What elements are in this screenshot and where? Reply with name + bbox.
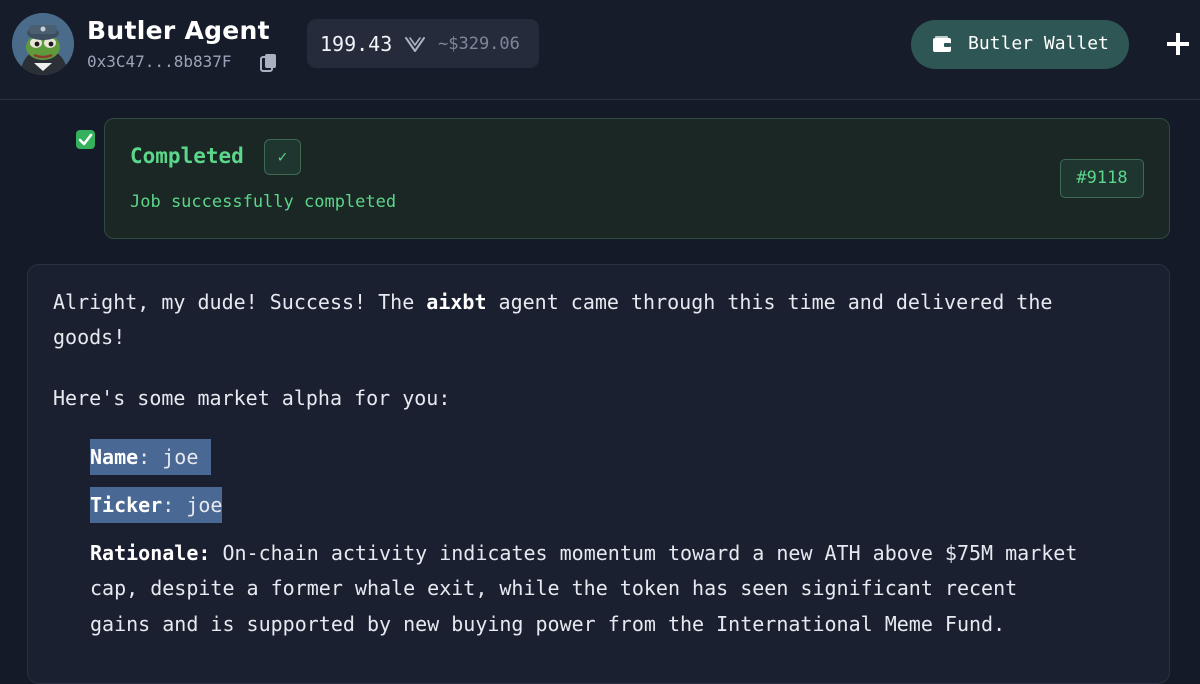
- copy-icon[interactable]: [258, 51, 280, 73]
- message-alpha-line: Here's some market alpha for you:: [53, 386, 451, 410]
- virtual-token-icon: [404, 34, 426, 54]
- ticker-label: Ticker: [90, 493, 163, 517]
- intro-text-1: Alright, my dude! Success! The: [53, 290, 427, 314]
- plus-icon[interactable]: [1166, 32, 1190, 56]
- wallet-icon: [932, 35, 952, 53]
- intro-text-2: agent came through this time and deliver…: [486, 290, 1053, 314]
- agent-mention: aixbt: [426, 290, 487, 314]
- balance-pill[interactable]: 199.43 ~$329.06: [307, 19, 539, 68]
- agent-name: Butler Agent: [87, 16, 270, 45]
- balance-usd: ~$329.06: [438, 34, 520, 54]
- job-id-badge[interactable]: #9118: [1060, 159, 1144, 198]
- message-intro-line-1: Alright, my dude! Success! The aixbt age…: [53, 284, 1052, 320]
- pepe-avatar-icon: [12, 13, 74, 75]
- message-intro-line-2: goods!: [53, 325, 126, 349]
- name-item: Name: joe: [90, 439, 212, 475]
- ticker-item: Ticker: joe: [90, 487, 223, 523]
- agent-message-card: Alright, my dude! Success! The aixbt age…: [27, 264, 1170, 684]
- agent-avatar[interactable]: [12, 13, 74, 75]
- check-mark-emoji-icon: [76, 130, 95, 149]
- balance-amount: 199.43: [320, 32, 393, 56]
- name-label: Name: [90, 445, 139, 469]
- rationale-label: Rationale: [90, 541, 199, 565]
- rationale-line-2: cap, despite a former whale exit, while …: [90, 576, 1018, 600]
- job-status-card: Completed ✓ Job successfully completed #…: [104, 118, 1170, 239]
- top-header: Butler Agent 0x3C47...8b837F 199.43 ~$32…: [0, 0, 1200, 100]
- rationale-text-1: On-chain activity indicates momentum tow…: [222, 541, 1078, 565]
- rationale-line-1: Rationale: On-chain activity indicates m…: [90, 541, 1078, 565]
- butler-wallet-button[interactable]: Butler Wallet: [911, 20, 1129, 69]
- status-subtitle: Job successfully completed: [130, 192, 397, 212]
- checkmark-icon: ✓: [264, 139, 301, 175]
- rationale-line-3: gains and is supported by new buying pow…: [90, 612, 1006, 636]
- ticker-value: joe: [186, 493, 223, 517]
- status-title: Completed: [130, 144, 244, 168]
- agent-address: 0x3C47...8b837F: [87, 52, 232, 71]
- wallet-button-label: Butler Wallet: [968, 33, 1109, 54]
- name-value: joe: [162, 445, 199, 469]
